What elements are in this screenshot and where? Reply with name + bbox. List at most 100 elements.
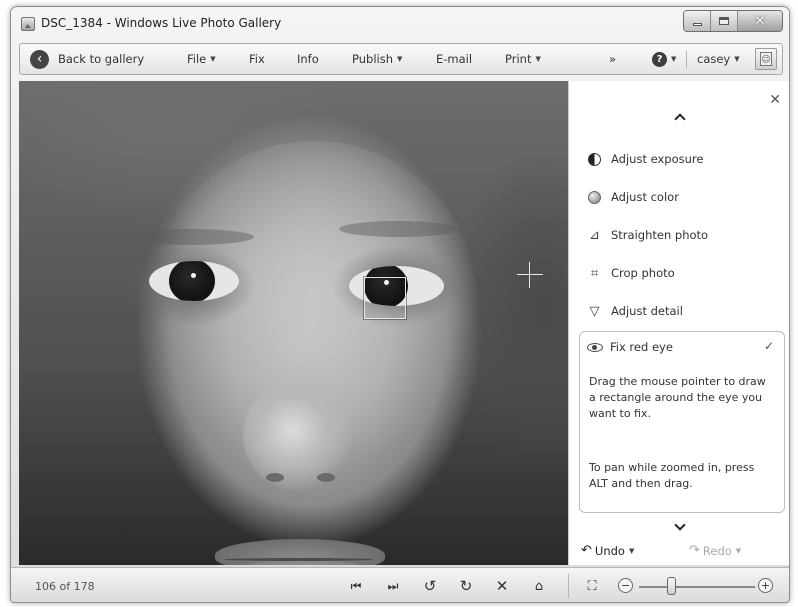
- next-icon: ⏭: [387, 579, 399, 593]
- back-to-gallery-label: Back to gallery: [58, 52, 145, 66]
- adjust-exposure-label: Adjust exposure: [611, 152, 704, 166]
- rotate-clockwise-button[interactable]: ↻: [455, 576, 477, 596]
- chevron-down-icon: ▼: [535, 55, 541, 63]
- toolbar-divider: [686, 51, 687, 68]
- pan-hint: To pan while zoomed in, press ALT and th…: [589, 461, 755, 490]
- half-circle-icon: [587, 152, 602, 167]
- nose: [243, 381, 353, 491]
- chevron-down-icon: ▼: [210, 55, 216, 63]
- close-panel-button[interactable]: ✕: [769, 93, 781, 107]
- file-menu[interactable]: File ▼: [187, 44, 216, 74]
- zoom-out-button[interactable]: −: [618, 578, 633, 593]
- close-window-button[interactable]: ✕: [738, 11, 782, 31]
- color-ball-icon: [587, 190, 602, 205]
- back-arrow-icon: ‹: [30, 49, 49, 69]
- minus-icon: −: [620, 579, 631, 592]
- crop-photo-label: Crop photo: [611, 266, 675, 280]
- photo-viewer[interactable]: [19, 81, 568, 565]
- red-eye-selection-rectangle[interactable]: [364, 277, 406, 319]
- fit-size-icon: ⛶: [587, 578, 597, 594]
- app-icon: [21, 17, 35, 31]
- fix-label: Fix: [249, 52, 265, 66]
- fix-panel: ✕ Adjust exposure Adjust color ⊿ Straigh…: [568, 81, 789, 565]
- fix-red-eye-header[interactable]: Fix red eye: [587, 340, 673, 354]
- file-menu-label: File: [187, 52, 207, 66]
- info-label: Info: [297, 52, 319, 66]
- previous-icon: ⏮: [350, 579, 362, 593]
- crop-photo-item[interactable]: ⌗ Crop photo: [587, 263, 675, 283]
- fix-button[interactable]: Fix: [249, 44, 265, 74]
- chevron-down-icon: [674, 519, 686, 531]
- info-button[interactable]: Info: [297, 44, 319, 74]
- rotate-counterclockwise-button[interactable]: ↺: [419, 576, 441, 596]
- left-pupil: [169, 261, 215, 301]
- status-bar: 106 of 178 ⏮ ⏭ ↺ ↻ ✕ ⌂ ⛶ − +: [11, 567, 789, 602]
- adjust-detail-label: Adjust detail: [611, 304, 683, 318]
- left-eye: [149, 261, 239, 301]
- undo-button[interactable]: ↶ Undo ▼: [581, 543, 634, 558]
- zoom-slider-thumb[interactable]: [667, 577, 677, 595]
- left-eye-glint: [191, 273, 196, 278]
- more-commands-button[interactable]: »: [609, 44, 616, 74]
- email-label: E-mail: [436, 52, 473, 66]
- adjust-detail-item[interactable]: ▽ Adjust detail: [587, 301, 683, 321]
- left-eyebrow: [124, 229, 254, 245]
- adjust-color-item[interactable]: Adjust color: [587, 187, 679, 207]
- previous-photo-button[interactable]: ⏮: [345, 576, 367, 596]
- close-icon: ✕: [754, 13, 766, 29]
- photo-counter: 106 of 178: [35, 580, 95, 593]
- crosshair-cursor-icon: [517, 274, 543, 275]
- straighten-icon: ⊿: [589, 227, 600, 243]
- right-eyebrow: [339, 221, 459, 237]
- delete-button[interactable]: ✕: [491, 576, 513, 596]
- zoom-slider-track[interactable]: [639, 586, 755, 588]
- next-photo-button[interactable]: ⏭: [382, 576, 404, 596]
- back-to-gallery-button[interactable]: ‹ Back to gallery: [30, 44, 144, 74]
- crosshair-cursor-icon: [529, 262, 530, 288]
- left-nostril: [266, 473, 284, 482]
- title-bar: DSC_1384 - Windows Live Photo Gallery ✕: [11, 7, 789, 41]
- maximize-button[interactable]: [711, 11, 738, 31]
- straighten-photo-item[interactable]: ⊿ Straighten photo: [587, 225, 708, 245]
- profile-button[interactable]: ☺: [755, 48, 777, 70]
- adjust-exposure-item[interactable]: Adjust exposure: [587, 149, 703, 169]
- undo-label: Undo: [594, 543, 625, 558]
- user-menu[interactable]: casey ▼: [697, 44, 740, 74]
- rotate-left-icon: ↺: [423, 576, 437, 595]
- crop-icon: ⌗: [590, 265, 599, 281]
- email-button[interactable]: E-mail: [436, 44, 472, 74]
- scroll-down-button[interactable]: [569, 517, 789, 533]
- undo-icon: ↶: [581, 543, 592, 558]
- redo-icon: ↷: [689, 543, 700, 558]
- chevron-down-icon: ▼: [671, 55, 677, 63]
- chevron-down-icon: ▼: [734, 55, 740, 63]
- actual-size-button[interactable]: ⛶: [581, 576, 603, 596]
- scroll-up-button[interactable]: [569, 111, 789, 127]
- print-menu[interactable]: Print ▼: [505, 44, 541, 74]
- minimize-icon: [692, 23, 702, 26]
- straighten-photo-label: Straighten photo: [611, 228, 709, 242]
- redo-label: Redo: [702, 543, 732, 558]
- window-title: DSC_1384 - Windows Live Photo Gallery: [41, 16, 282, 30]
- minimize-button[interactable]: [684, 11, 711, 31]
- chevron-down-icon: ▼: [735, 546, 742, 555]
- status-divider: [568, 574, 569, 598]
- zoom-in-button[interactable]: +: [758, 578, 773, 593]
- help-menu[interactable]: ? ▼: [652, 44, 676, 74]
- eye-icon: [587, 342, 603, 352]
- slideshow-icon: ⌂: [534, 578, 544, 594]
- redo-button[interactable]: ↷ Redo ▼: [689, 543, 741, 558]
- chevron-up-icon: [674, 113, 686, 125]
- fix-red-eye-label: Fix red eye: [610, 340, 673, 354]
- slideshow-button[interactable]: ⌂: [528, 576, 550, 596]
- triangle-detail-icon: ▽: [589, 303, 600, 319]
- main-toolbar: ‹ Back to gallery File ▼ Fix Info Publish…: [19, 43, 783, 75]
- profile-icon: ☺: [760, 52, 772, 66]
- publish-label: Publish: [352, 52, 393, 66]
- publish-menu[interactable]: Publish ▼: [352, 44, 402, 74]
- fix-red-eye-section: Fix red eye ✓ Drag the mouse pointer to …: [579, 331, 785, 513]
- checkmark-icon: ✓: [763, 339, 774, 353]
- delete-icon: ✕: [495, 576, 509, 595]
- print-label: Print: [505, 52, 532, 66]
- help-icon: ?: [652, 51, 667, 67]
